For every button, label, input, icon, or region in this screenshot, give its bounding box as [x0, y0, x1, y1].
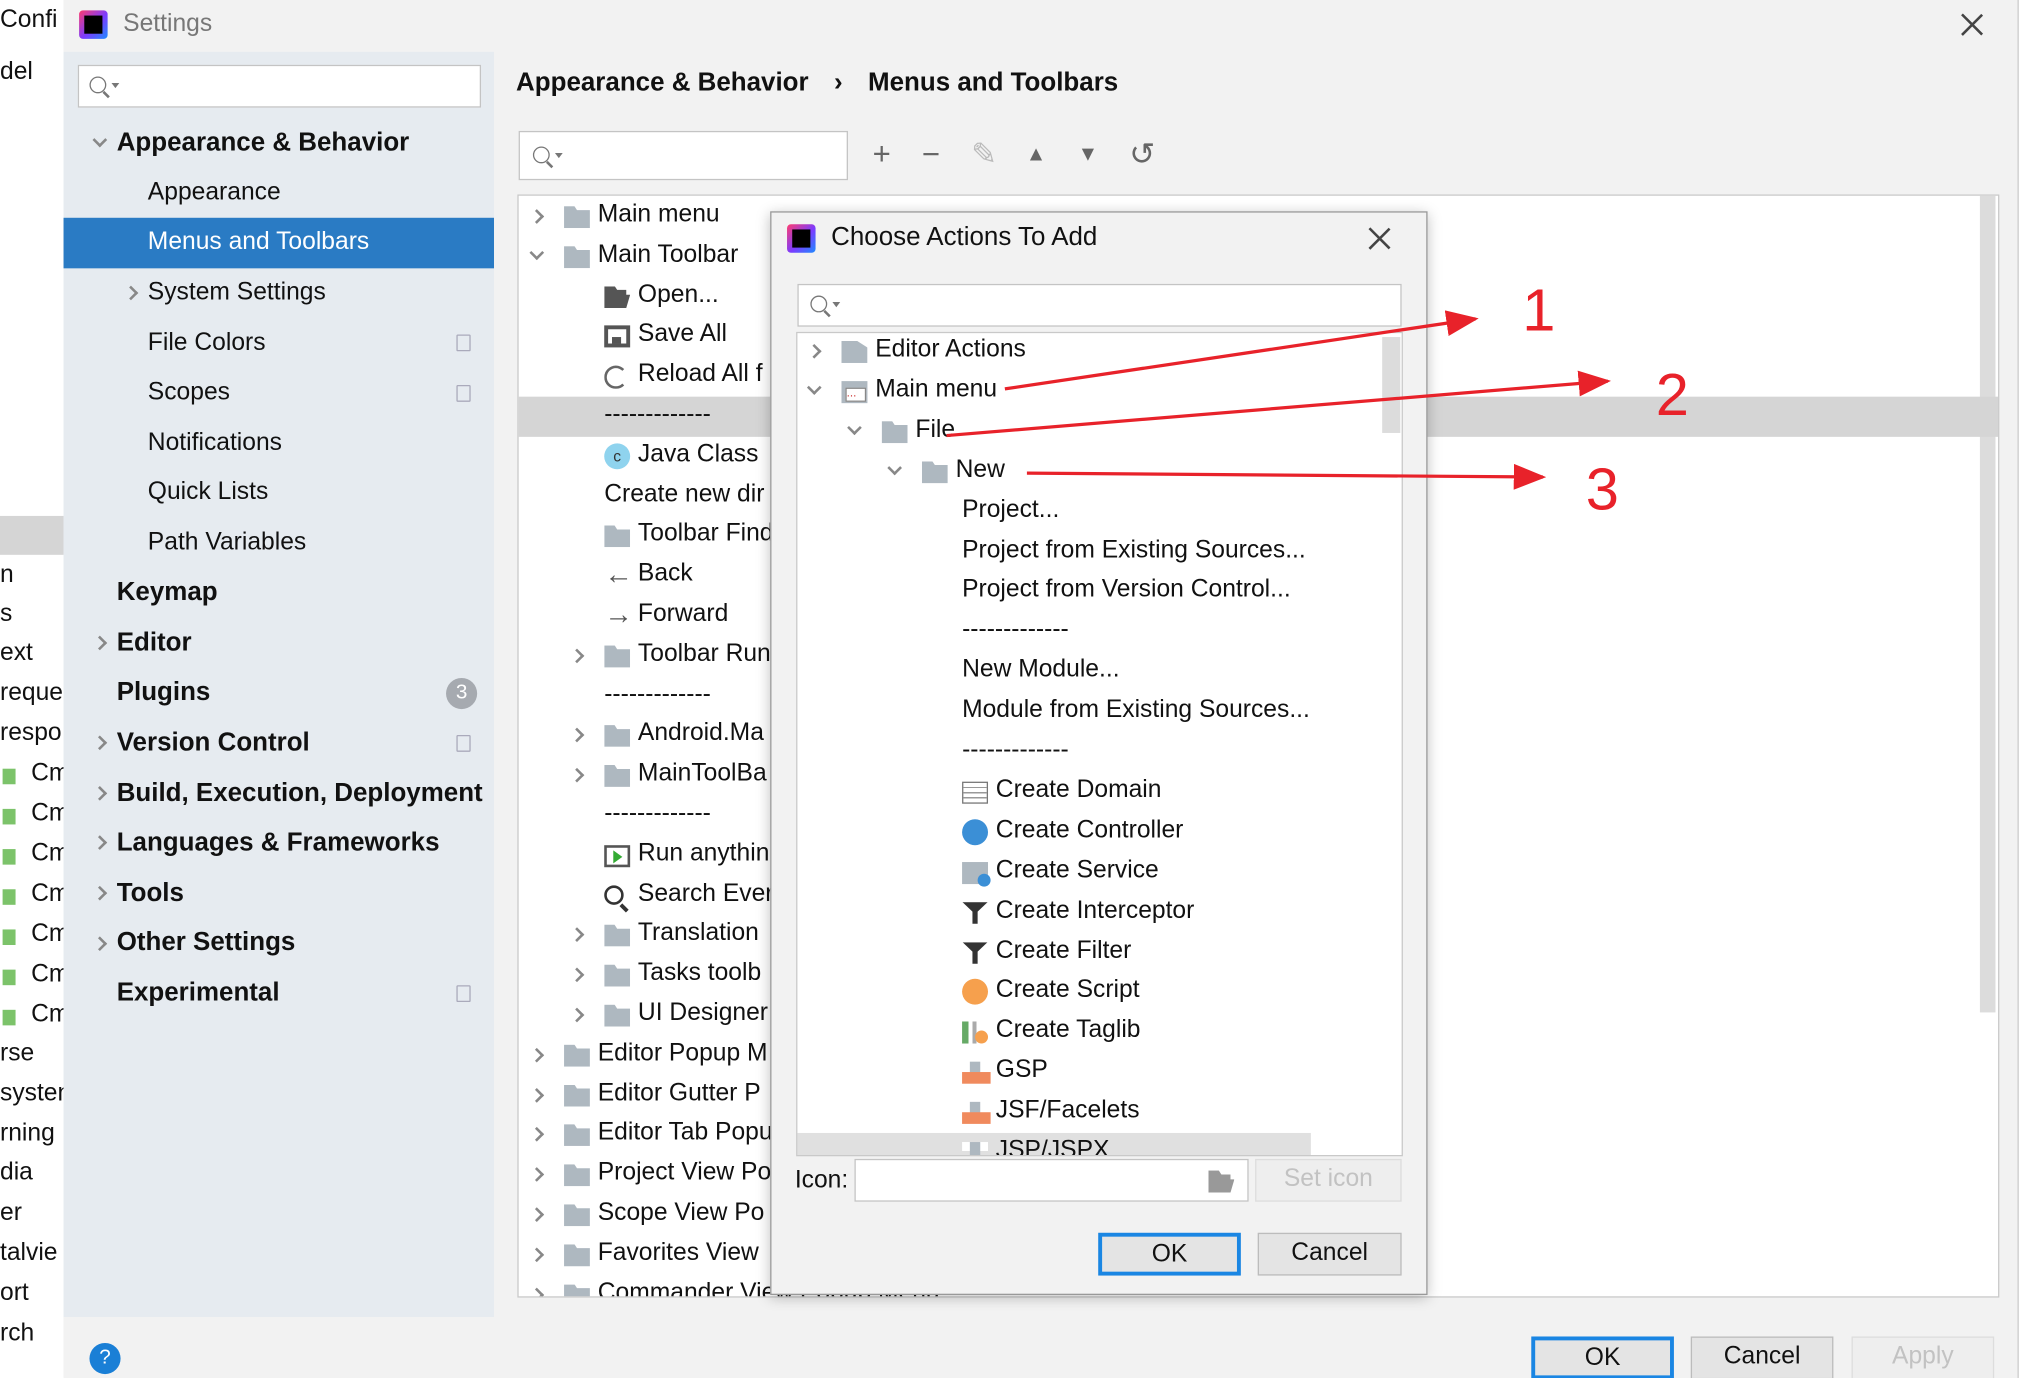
annotation-label-2: 2: [1655, 360, 1689, 428]
annotation-arrow-1: [1004, 310, 1479, 391]
annotation-arrow-3: [1026, 463, 1547, 490]
annotation-label-1: 1: [1522, 276, 1556, 344]
screen: ConfidelnsextrequerespoCmCmCmCmCmCmCmrse…: [0, 0, 2033, 1378]
annotation-label-3: 3: [1585, 455, 1619, 523]
annotation-arrows: [946, 310, 1612, 490]
annotation-arrow-2: [946, 370, 1612, 438]
